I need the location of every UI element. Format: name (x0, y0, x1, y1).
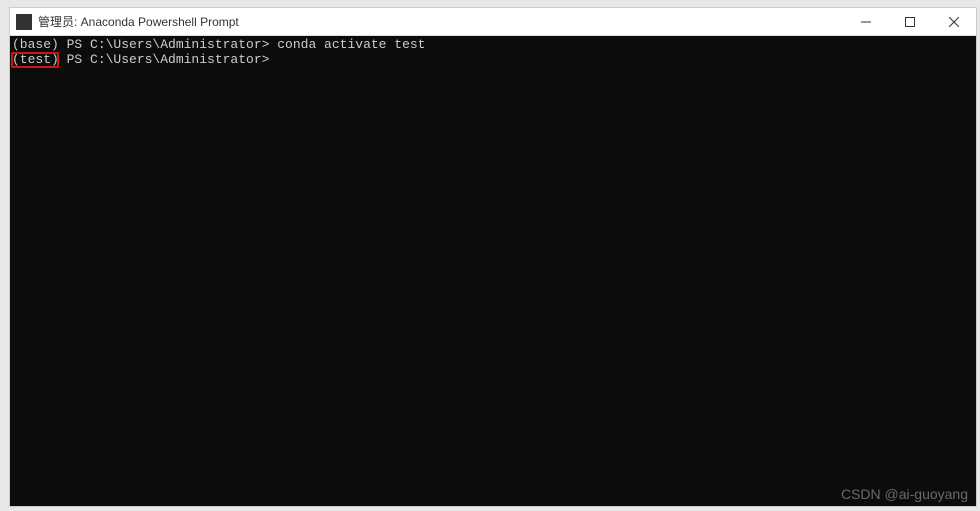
terminal-line: (test) PS C:\Users\Administrator> (12, 52, 974, 67)
titlebar[interactable]: 管理员: Anaconda Powershell Prompt (10, 8, 976, 36)
prompt-prefix: (test) PS C:\Users\Administrator> (12, 52, 277, 67)
window-title: 管理员: Anaconda Powershell Prompt (38, 13, 844, 30)
maximize-button[interactable] (888, 8, 932, 35)
app-icon (16, 14, 32, 30)
window-controls (844, 8, 976, 35)
prompt-prefix: (base) PS C:\Users\Administrator> (12, 37, 277, 52)
terminal-line: (base) PS C:\Users\Administrator> conda … (12, 37, 974, 52)
terminal-area[interactable]: (base) PS C:\Users\Administrator> conda … (10, 36, 976, 506)
terminal-window: 管理员: Anaconda Powershell Prompt (base) P… (9, 7, 977, 507)
command-text: conda activate test (277, 37, 425, 52)
watermark-text: CSDN @ai-guoyang (841, 487, 968, 502)
minimize-button[interactable] (844, 8, 888, 35)
close-button[interactable] (932, 8, 976, 35)
